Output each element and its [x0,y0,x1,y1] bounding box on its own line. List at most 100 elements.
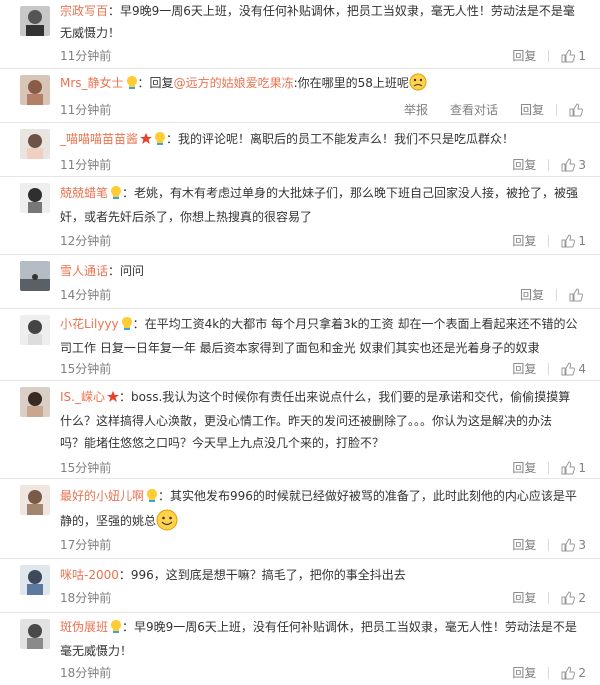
comment-username[interactable]: 最好的小妞儿啊 [60,489,144,503]
comment-text: ：老姚，有木有考虑过单身的大批妹子们，那么晚下班自己回家没人接，被抢了，被强 [122,186,579,200]
smile-emoji-icon [156,509,178,531]
comment-text: 奸，或者先奸后杀了，你想上热搜真的很容易了 [60,210,313,224]
comment-item: 斑伪展班 ：早9晚9一周6天上班，没有任何补贴调休，把员工当奴隶，毫无人性！劳动法… [0,612,600,685]
reply-button[interactable]: 回复 [512,156,536,173]
avatar[interactable] [20,75,50,105]
comment-text: 什么？这样搞得人心涣散，更没心情工作。昨天的发问还被删除了。。。你认为这是解决的… [60,414,553,428]
divider [548,666,550,679]
like-count: 4 [578,361,586,376]
comment-username[interactable]: 雪人通话 [60,264,108,278]
like-button[interactable] [569,102,586,117]
avatar[interactable] [20,565,50,595]
star-badge-icon [106,388,119,410]
comment-text: ：问问 [108,264,145,278]
like-count: 2 [578,665,586,680]
member-badge-icon [146,487,158,509]
like-button[interactable]: 2 [561,591,586,605]
comment-text: 静的，坚强的姚总 [60,514,157,528]
comment-username[interactable]: IS._嵘心 [60,390,105,404]
comment-text: 吗？能堵住悠悠之口吗？今天早上九点没几个来的，打脸不？ [60,436,385,450]
avatar[interactable] [20,387,50,417]
confused-emoji-icon [409,73,427,91]
comment-text: 司工作 日复一日年复一年 最后资本家得到了面包和金光 奴隶们其实也还是光着身子的… [60,341,540,355]
avatar[interactable] [20,485,50,515]
like-button[interactable] [569,287,586,302]
thumbs-up-icon [561,48,576,62]
like-button[interactable]: 1 [561,234,586,248]
like-button[interactable]: 3 [561,538,586,552]
reply-button[interactable]: 回复 [520,101,544,118]
member-badge-icon [154,130,166,152]
member-badge-icon [121,315,133,337]
like-count: 1 [578,48,586,63]
divider [548,49,550,62]
like-button[interactable]: 3 [561,158,586,172]
thumbs-up-icon [561,590,576,604]
like-button[interactable]: 4 [561,362,586,376]
avatar[interactable] [20,619,50,649]
comment-text: ：其实他发布996的时候就已经做好被骂的准备了，此时此刻他的内心应该是平 [158,489,577,503]
like-button[interactable]: 2 [561,666,586,680]
avatar[interactable] [20,6,50,36]
reply-button[interactable]: 回复 [512,360,536,377]
thumbs-up-icon [561,233,576,247]
comment-text: :你在哪里的58上班呢 [293,76,409,90]
comment-username[interactable]: 宗政写百 [60,4,108,18]
comment-time: 15分钟前 [60,362,112,376]
comment-text: 毫无威慑力！ [60,644,133,658]
comment-time: 11分钟前 [60,103,112,117]
avatar[interactable] [20,261,50,291]
comment-username[interactable]: 兢兢蜡笔 [60,186,108,200]
avatar[interactable] [20,129,50,159]
reply-button[interactable]: 回复 [512,589,536,606]
reply-button[interactable]: 回复 [512,664,536,681]
comment-time: 18分钟前 [60,666,112,680]
reply-button[interactable]: 回复 [520,286,544,303]
avatar[interactable] [20,183,50,213]
divider [548,234,550,247]
mention-link[interactable]: @远方的姑娘爱吃果冻 [174,76,294,90]
member-badge-icon [126,74,138,96]
comment-text: ：996，这到底是想干嘛？搞毛了，把你的事全抖出去 [118,568,406,582]
thumbs-up-icon [561,537,576,551]
comment-username[interactable]: 咪咕-2000 [60,568,119,582]
divider [556,288,557,301]
divider [548,158,550,171]
comment-time: 11分钟前 [60,49,112,63]
reply-button[interactable]: 回复 [512,232,536,249]
thumbs-up-icon [569,102,583,116]
divider [548,538,550,551]
thumbs-up-icon [561,361,576,375]
like-count: 3 [578,157,586,172]
comment-item: IS._嵘心 ：boss.我认为这个时候你有责任出来说点什么，我们要的是承诺和交代… [0,380,600,478]
reply-button[interactable]: 回复 [512,47,536,64]
divider [548,591,550,604]
comment-item: 最好的小妞儿啊 ：其实他发布996的时候就已经做好被骂的准备了，此时此刻他的内心应… [0,478,600,558]
thumbs-up-icon [561,157,576,171]
comment-text: ：早9晚9一周6天上班，没有任何补贴调休，把员工当奴隶，毫无人性！劳动法是不是 [122,620,577,634]
report-link[interactable]: 举报 [404,101,428,118]
comment-username[interactable]: Mrs_静女士 [60,76,124,90]
comment-time: 18分钟前 [60,591,112,605]
comment-item: Mrs_静女士 ：回复@远方的姑娘爱吃果冻:你在哪里的58上班呢 11分钟前 举报… [0,68,600,122]
comment-username[interactable]: 斑伪展班 [60,620,108,634]
comment-username[interactable]: _喵喵喵苗苗酱 [60,132,138,146]
like-count: 3 [578,537,586,552]
comment-text: ：在平均工资4k的大都市 每个月只拿着3k的工资 却在一个表面上看起来还不错的公 [132,317,578,331]
comment-item: 咪咕-2000：996，这到底是想干嘛？搞毛了，把你的事全抖出去 18分钟前 回… [0,558,600,612]
divider [548,461,550,474]
comment-item: 兢兢蜡笔 ：老姚，有木有考虑过单身的大批妹子们，那么晚下班自己回家没人接，被抢了，… [0,176,600,254]
comment-username[interactable]: 小花Lilyyy [60,317,119,331]
view-dialog-link[interactable]: 查看对话 [450,101,498,118]
comment-time: 11分钟前 [60,158,112,172]
like-button[interactable]: 1 [561,461,586,475]
like-count: 1 [578,233,586,248]
like-button[interactable]: 1 [561,49,586,63]
reply-button[interactable]: 回复 [512,536,536,553]
comment-time: 15分钟前 [60,461,112,475]
thumbs-up-icon [569,287,583,301]
divider [556,103,557,116]
avatar[interactable] [20,315,50,345]
member-badge-icon [110,184,122,206]
reply-button[interactable]: 回复 [512,459,536,476]
